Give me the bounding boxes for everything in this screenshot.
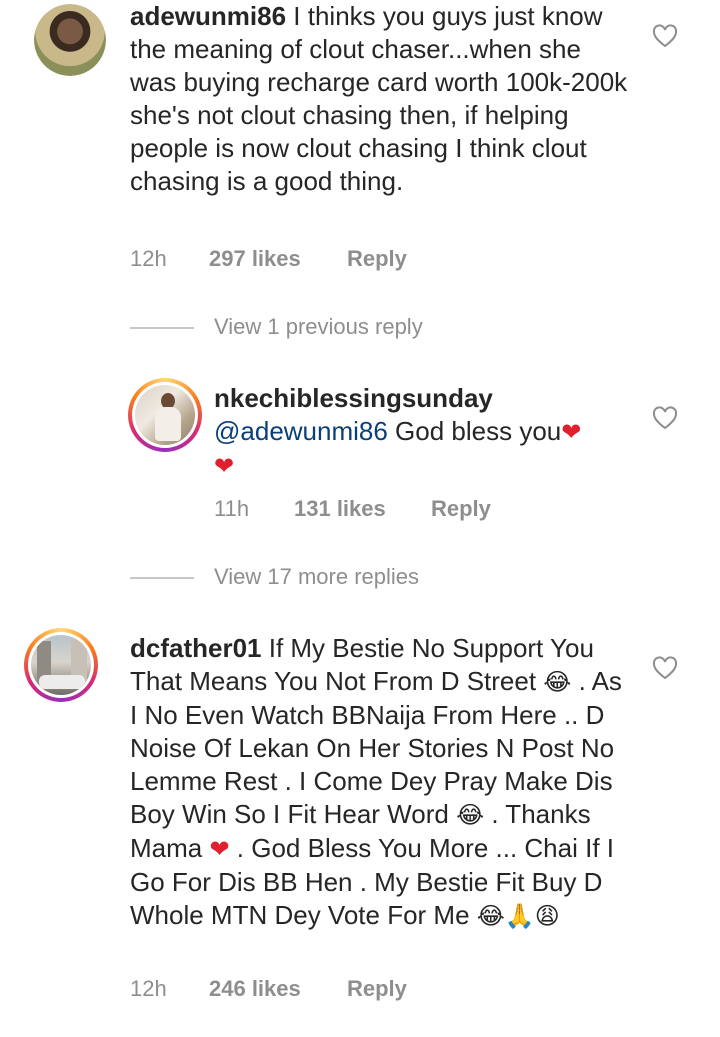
view-more-replies[interactable]: View 17 more replies — [130, 562, 530, 592]
reply-text: nkechiblessingsunday @adewunmi86 God ble… — [214, 382, 634, 483]
username[interactable]: dcfather01 — [130, 633, 262, 663]
praying-hands-emoji: 🙏 — [504, 902, 535, 930]
timestamp: 12h — [130, 246, 167, 271]
like-heart-icon[interactable] — [652, 406, 678, 430]
weary-face-emoji: 😩 — [534, 902, 560, 930]
view-previous-reply[interactable]: View 1 previous reply — [130, 312, 530, 342]
laughing-emoji: 😂 — [543, 668, 572, 696]
divider-line — [130, 327, 194, 329]
comment-text: dcfather01 If My Bestie No Support You T… — [130, 632, 630, 933]
laughing-emoji: 😂 — [476, 902, 505, 930]
timestamp: 11h — [214, 496, 250, 521]
like-heart-icon[interactable] — [652, 24, 678, 48]
comment-text: adewunmi86 I thinks you guys just know t… — [130, 0, 630, 198]
reply-button[interactable]: Reply — [347, 974, 407, 1004]
laughing-emoji: 😂 — [456, 801, 485, 829]
avatar[interactable] — [128, 378, 202, 452]
comment-meta: 12h 246 likes Reply — [130, 974, 530, 1004]
comment-meta: 12h 297 likes Reply — [130, 244, 530, 274]
red-heart-emoji: ❤ — [209, 835, 230, 863]
likes-count[interactable]: 131 likes — [294, 494, 386, 524]
reply-button[interactable]: Reply — [431, 494, 491, 524]
view-replies-label[interactable]: View 17 more replies — [214, 562, 419, 592]
like-heart-icon[interactable] — [652, 656, 678, 680]
likes-count[interactable]: 246 likes — [209, 974, 301, 1004]
red-heart-emoji: ❤ — [214, 452, 235, 480]
view-replies-label[interactable]: View 1 previous reply — [214, 312, 423, 342]
username[interactable]: nkechiblessingsunday — [214, 382, 634, 415]
likes-count[interactable]: 297 likes — [209, 244, 301, 274]
mention-link[interactable]: @adewunmi86 — [214, 416, 388, 446]
avatar[interactable] — [24, 628, 98, 702]
reply-body: God bless you — [387, 416, 562, 446]
reply-meta: 11h 131 likes Reply — [214, 494, 614, 524]
username[interactable]: adewunmi86 — [130, 1, 286, 31]
timestamp: 12h — [130, 976, 167, 1001]
avatar[interactable] — [34, 4, 106, 76]
divider-line — [130, 577, 194, 579]
reply-button[interactable]: Reply — [347, 244, 407, 274]
red-heart-emoji: ❤ — [561, 418, 582, 446]
